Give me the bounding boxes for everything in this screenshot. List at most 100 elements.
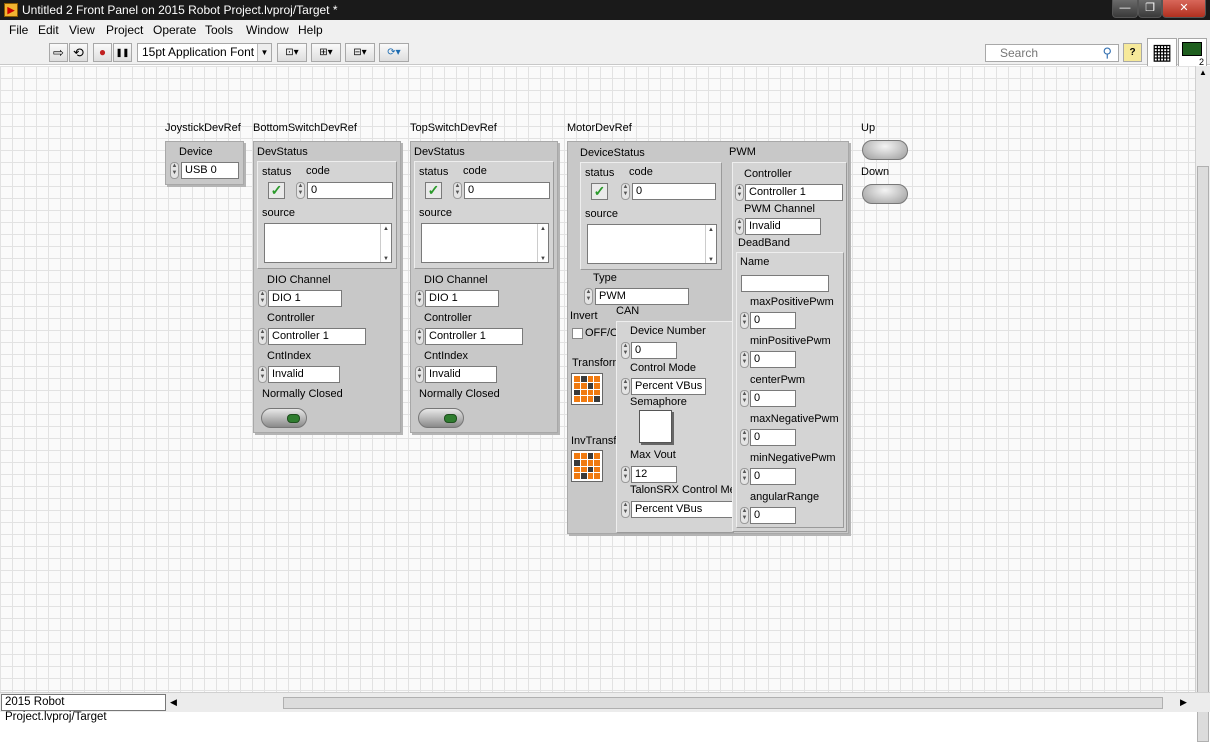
cntindex-field[interactable]: Invalid xyxy=(425,366,497,383)
scroll-up-icon[interactable]: ▲ xyxy=(1199,68,1207,77)
front-panel-canvas[interactable]: JoystickDevRef Device ▲ ▼ USB 0 BottomSwi… xyxy=(0,66,1195,692)
max-negative-pwm-field[interactable]: 0 xyxy=(750,429,796,446)
pwm-channel-spinner[interactable]: ▲ ▼ xyxy=(735,218,744,235)
type-spinner[interactable]: ▲ ▼ xyxy=(584,288,593,305)
vertical-scroll-thumb[interactable] xyxy=(1197,166,1209,742)
name-field[interactable] xyxy=(741,275,829,292)
device-field[interactable]: USB 0 xyxy=(181,162,239,179)
horizontal-scrollbar[interactable]: 2015 Robot Project.lvproj/Target ◀ ▶ xyxy=(0,692,1210,723)
min-negative-pwm-spinner[interactable]: ▲ ▼ xyxy=(740,468,749,485)
source-scrollbar[interactable]: ▲ ▼ xyxy=(705,225,716,263)
type-field[interactable]: PWM xyxy=(595,288,689,305)
help-icon[interactable]: ? xyxy=(1123,43,1142,62)
down-button[interactable] xyxy=(862,184,908,204)
cntindex-spinner[interactable]: ▲ ▼ xyxy=(258,366,267,383)
pause-button[interactable]: ❚❚ xyxy=(113,43,132,62)
code-spinner[interactable]: ▲ ▼ xyxy=(621,183,630,200)
code-field[interactable]: 0 xyxy=(632,183,716,200)
pwm-controller-field[interactable]: Controller 1 xyxy=(745,184,843,201)
invtransform-array-icon[interactable] xyxy=(571,450,603,482)
close-button[interactable]: ✕ xyxy=(1162,0,1206,18)
up-button[interactable] xyxy=(862,140,908,160)
menu-window[interactable]: Window xyxy=(246,23,289,37)
code-spinner[interactable]: ▲ ▼ xyxy=(453,182,462,199)
menu-operate[interactable]: Operate xyxy=(153,23,196,37)
abort-button[interactable]: ● xyxy=(93,43,112,62)
code-field[interactable]: 0 xyxy=(464,182,550,199)
max-positive-pwm-spinner[interactable]: ▲ ▼ xyxy=(740,312,749,329)
max-vout-field[interactable]: 12 xyxy=(631,466,677,483)
vi-icon[interactable]: 2 xyxy=(1178,38,1207,67)
normally-closed-toggle[interactable] xyxy=(418,408,464,428)
run-continuously-button[interactable]: ⟲ xyxy=(69,43,88,62)
restore-button[interactable]: ❐ xyxy=(1138,0,1162,18)
transform-array-icon[interactable] xyxy=(571,373,603,405)
control-mode-field[interactable]: Percent VBus xyxy=(631,378,706,395)
menu-project[interactable]: Project xyxy=(106,23,143,37)
scroll-left-icon[interactable]: ◀ xyxy=(170,697,177,708)
search-icon[interactable]: ⚲ xyxy=(1102,45,1112,61)
cntindex-field[interactable]: Invalid xyxy=(268,366,340,383)
code-field[interactable]: 0 xyxy=(307,182,393,199)
dio-channel-field[interactable]: DIO 1 xyxy=(425,290,499,307)
max-positive-pwm-field[interactable]: 0 xyxy=(750,312,796,329)
menu-file[interactable]: File xyxy=(9,23,28,37)
resize-objects-button[interactable]: ⊟▾ xyxy=(345,43,375,62)
controller-spinner[interactable]: ▲ ▼ xyxy=(415,328,424,345)
device-spinner[interactable]: ▲ ▼ xyxy=(170,162,179,179)
max-negative-pwm-label: maxNegativePwm xyxy=(750,413,839,425)
invert-checkbox[interactable] xyxy=(572,328,583,339)
code-spinner[interactable]: ▲ ▼ xyxy=(296,182,305,199)
cntindex-spinner[interactable]: ▲ ▼ xyxy=(415,366,424,383)
talonsrx-control-mode-field[interactable]: Percent VBus xyxy=(631,501,733,518)
center-pwm-field[interactable]: 0 xyxy=(750,390,796,407)
controller-field[interactable]: Controller 1 xyxy=(425,328,523,345)
horizontal-scroll-thumb[interactable] xyxy=(283,697,1163,709)
menu-edit[interactable]: Edit xyxy=(38,23,59,37)
status-check-icon[interactable]: ✓ xyxy=(591,183,608,200)
semaphore-refnum-icon[interactable] xyxy=(639,410,672,443)
controller-spinner[interactable]: ▲ ▼ xyxy=(258,328,267,345)
controller-field[interactable]: Controller 1 xyxy=(268,328,366,345)
device-number-spinner[interactable]: ▲ ▼ xyxy=(621,342,630,359)
status-check-icon[interactable]: ✓ xyxy=(268,182,285,199)
min-negative-pwm-field[interactable]: 0 xyxy=(750,468,796,485)
scroll-right-icon[interactable]: ▶ xyxy=(1180,697,1187,708)
control-mode-spinner[interactable]: ▲ ▼ xyxy=(621,378,630,395)
talonsrx-control-mode-spinner[interactable]: ▲ ▼ xyxy=(621,501,630,518)
center-pwm-spinner[interactable]: ▲ ▼ xyxy=(740,390,749,407)
device-number-field[interactable]: 0 xyxy=(631,342,677,359)
minimize-button[interactable]: — xyxy=(1112,0,1138,18)
distribute-objects-button[interactable]: ⊞▾ xyxy=(311,43,341,62)
menu-view[interactable]: View xyxy=(69,23,95,37)
source-scrollbar[interactable]: ▲ ▼ xyxy=(537,224,548,262)
max-vout-spinner[interactable]: ▲ ▼ xyxy=(621,466,630,483)
angular-range-field[interactable]: 0 xyxy=(750,507,796,524)
dio-channel-spinner[interactable]: ▲ ▼ xyxy=(415,290,424,307)
source-scrollbar[interactable]: ▲ ▼ xyxy=(380,224,391,262)
align-objects-button[interactable]: ⊡▾ xyxy=(277,43,307,62)
min-positive-pwm-field[interactable]: 0 xyxy=(750,351,796,368)
dio-channel-label: DIO Channel xyxy=(267,274,331,286)
search-input[interactable]: Search ⚲ xyxy=(985,44,1119,62)
source-textbox[interactable]: ▲ ▼ xyxy=(264,223,392,263)
pwm-controller-spinner[interactable]: ▲ ▼ xyxy=(735,184,744,201)
vertical-scrollbar[interactable]: ▲ xyxy=(1195,66,1210,742)
run-button[interactable]: ⇨ xyxy=(49,43,68,62)
dio-channel-spinner[interactable]: ▲ ▼ xyxy=(258,290,267,307)
font-select[interactable]: 15pt Application Font ▼ xyxy=(137,43,272,62)
pwm-channel-field[interactable]: Invalid xyxy=(745,218,821,235)
min-positive-pwm-spinner[interactable]: ▲ ▼ xyxy=(740,351,749,368)
source-label: source xyxy=(262,207,296,219)
reorder-button[interactable]: ⟳▾ xyxy=(379,43,409,62)
source-textbox[interactable]: ▲ ▼ xyxy=(587,224,717,264)
source-textbox[interactable]: ▲ ▼ xyxy=(421,223,549,263)
menu-tools[interactable]: Tools xyxy=(205,23,233,37)
angular-range-spinner[interactable]: ▲ ▼ xyxy=(740,507,749,524)
dio-channel-field[interactable]: DIO 1 xyxy=(268,290,342,307)
status-check-icon[interactable]: ✓ xyxy=(425,182,442,199)
menu-help[interactable]: Help xyxy=(298,23,323,37)
connector-pane-icon[interactable]: ▦ xyxy=(1147,38,1177,67)
max-negative-pwm-spinner[interactable]: ▲ ▼ xyxy=(740,429,749,446)
normally-closed-toggle[interactable] xyxy=(261,408,307,428)
